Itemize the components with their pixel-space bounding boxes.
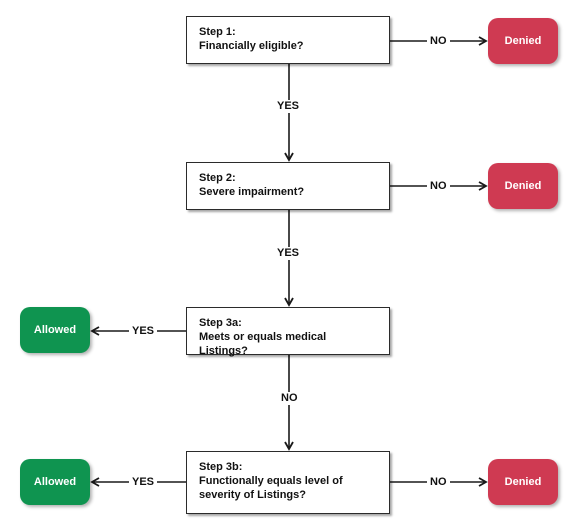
edge-label-step3a-no: NO	[278, 392, 301, 405]
step-1-title: Step 1:	[199, 26, 236, 38]
step-1-box: Step 1: Financially eligible?	[186, 16, 390, 64]
step-2-question: Severe impairment?	[199, 186, 305, 198]
step-3b-question: Functionally equals level of severity of…	[199, 475, 343, 501]
step-3a-title: Step 3a:	[199, 317, 242, 329]
step-1-question: Financially eligible?	[199, 40, 304, 52]
step-3a-box: Step 3a: Meets or equals medical Listing…	[186, 307, 390, 357]
step-3b-title: Step 3b:	[199, 461, 243, 473]
step-3b-box: Step 3b: Functionally equals level of se…	[186, 451, 390, 514]
edge-label-step1-no: NO	[427, 35, 450, 48]
step-3a-question: Meets or equals medical Listings?	[199, 331, 327, 357]
edge-label-step3b-yes: YES	[129, 476, 158, 489]
edge-label-step2-yes: YES	[274, 247, 303, 260]
allowed-outcome-1: Allowed	[20, 307, 90, 353]
allowed-outcome-2: Allowed	[20, 459, 90, 505]
edge-label-step3b-no: NO	[427, 476, 450, 489]
denied-outcome-3: Denied	[488, 459, 558, 505]
connectors	[90, 36, 488, 487]
denied-outcome-2: Denied	[488, 163, 558, 209]
step-2-title: Step 2:	[199, 172, 236, 184]
denied-outcome-1: Denied	[488, 18, 558, 64]
edge-label-step2-no: NO	[427, 180, 450, 193]
edge-label-step3a-yes: YES	[129, 325, 158, 338]
edge-label-step1-yes: YES	[274, 100, 303, 113]
step-2-box: Step 2: Severe impairment?	[186, 162, 390, 210]
